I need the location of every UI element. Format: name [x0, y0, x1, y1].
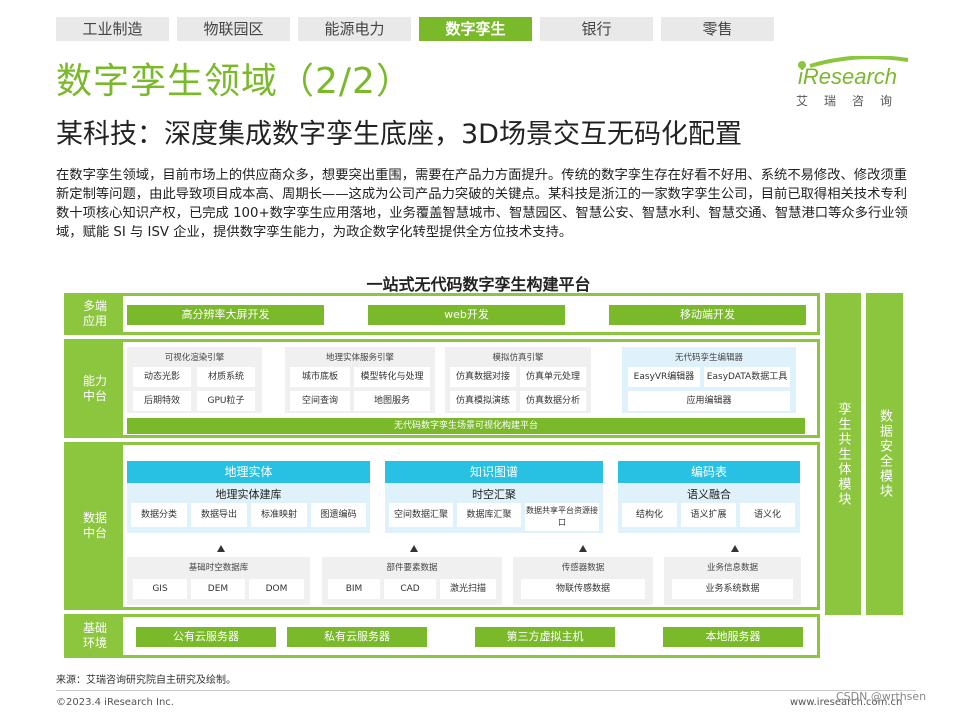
engine-group: 可视化渲染引擎 动态光影 材质系统 后期特效 GPU粒子 — [127, 347, 262, 413]
editor-group: 无代码孪生编辑器 EasyVR编辑器 EasyDATA数据工具 应用编辑器 — [622, 347, 796, 413]
engine-item: 模型转化与处理 — [354, 367, 430, 387]
engine-item: 动态光影 — [133, 367, 191, 387]
capability-layer-label: 能力中台 — [67, 342, 123, 435]
data-item: 数据分类 — [131, 503, 187, 527]
data-item: 结构化 — [622, 503, 677, 527]
engine-group: 地理实体服务引擎 城市底板 模型转化与处理 空间查询 地图服务 — [285, 347, 435, 413]
app-item: 移动端开发 — [609, 305, 806, 325]
tab-bank[interactable]: 银行 — [540, 17, 653, 41]
source-item: DOM — [249, 579, 304, 599]
source-group: 部件要素数据 BIM CAD 激光扫描 — [322, 557, 502, 605]
engine-item: 仿真数据对接 — [450, 367, 516, 387]
engine-item: 地图服务 — [354, 391, 430, 411]
capability-layer: 能力中台 可视化渲染引擎 动态光影 材质系统 后期特效 GPU粒子 地理实体服务… — [64, 339, 820, 438]
tab-iot-park[interactable]: 物联园区 — [177, 17, 290, 41]
engine-group-title: 地理实体服务引擎 — [325, 353, 394, 363]
up-arrow-icon — [217, 545, 225, 552]
base-item: 公有云服务器 — [136, 627, 276, 647]
engine-item: GPU粒子 — [197, 391, 255, 411]
engine-item: 仿真模拟演练 — [450, 391, 516, 411]
data-section-header: 地理实体 — [127, 461, 370, 483]
source-item: CAD — [384, 579, 436, 599]
app-item: 高分辨率大屏开发 — [127, 305, 324, 325]
engine-group: 模拟仿真引擎 仿真数据对接 仿真单元处理 仿真模拟演练 仿真数据分析 — [445, 347, 591, 413]
tab-industry[interactable]: 工业制造 — [56, 17, 169, 41]
watermark: CSDN @wrthsen — [836, 690, 927, 703]
source-item: BIM — [328, 579, 380, 599]
data-section-title: 地理实体建库 — [215, 488, 282, 501]
engine-item: 材质系统 — [197, 367, 255, 387]
app-item: web开发 — [368, 305, 565, 325]
diagram-title: 一站式无代码数字孪生构建平台 — [366, 275, 591, 294]
data-layer-label: 数据中台 — [67, 445, 123, 607]
up-arrow-icon — [731, 545, 739, 552]
tab-retail[interactable]: 零售 — [661, 17, 774, 41]
source-item: 物联传感数据 — [521, 579, 645, 599]
editor-item: EasyDATA数据工具 — [704, 367, 790, 387]
page-title: 数字孪生领域（2/2） — [56, 61, 413, 102]
intro-paragraph: 在数字孪生领域，目前市场上的供应商众多，想要突出重围，需要在产品力方面提升。传统… — [56, 168, 908, 240]
data-item: 语义化 — [740, 503, 795, 527]
data-section: 知识图谱 时空汇聚 空间数据汇聚 数据库汇聚 数据共享平台资源接口 — [385, 461, 603, 533]
data-section: 地理实体 地理实体建库 数据分类 数据导出 标准映射 图遗编码 — [127, 461, 370, 533]
data-item: 数据导出 — [191, 503, 247, 527]
security-module-column: 数据安全模块 — [866, 293, 903, 615]
data-section: 编码表 语义融合 结构化 语义扩展 语义化 — [618, 461, 800, 533]
engine-group-title: 模拟仿真引擎 — [492, 353, 544, 363]
editor-item: 应用编辑器 — [628, 391, 790, 411]
svg-text:iResearch: iResearch — [798, 64, 897, 89]
app-layer-label: 多端应用 — [67, 296, 123, 332]
data-section-title: 时空汇聚 — [472, 488, 516, 501]
source-group-title: 业务信息数据 — [706, 563, 758, 573]
base-item: 第三方虚拟主机 — [475, 627, 615, 647]
editor-item: EasyVR编辑器 — [628, 367, 700, 387]
source-note: 来源：艾瑞咨询研究院自主研究及绘制。 — [56, 675, 236, 686]
source-item: DEM — [191, 579, 245, 599]
engine-item: 仿真单元处理 — [520, 367, 586, 387]
editor-group-title: 无代码孪生编辑器 — [674, 353, 743, 363]
data-item: 空间数据汇聚 — [389, 503, 453, 527]
data-layer: 数据中台 地理实体 地理实体建库 数据分类 数据导出 标准映射 图遗编码 知识图… — [64, 442, 820, 610]
data-section-header: 编码表 — [618, 461, 800, 483]
source-group-title: 部件要素数据 — [386, 563, 438, 573]
up-arrow-icon — [410, 545, 418, 552]
engine-item: 城市底板 — [290, 367, 350, 387]
base-layer: 基础环境 公有云服务器 私有云服务器 第三方虚拟主机 本地服务器 — [64, 614, 820, 658]
data-section-header: 知识图谱 — [385, 461, 603, 483]
copyright: ©2023.4 iResearch Inc. — [56, 697, 174, 708]
engine-item: 仿真数据分析 — [520, 391, 586, 411]
platform-bar: 无代码数字孪生场景可视化构建平台 — [127, 418, 805, 434]
up-arrow-icon — [579, 545, 587, 552]
source-group-title: 传感器数据 — [561, 563, 605, 573]
app-layer: 多端应用 高分辨率大屏开发 web开发 移动端开发 — [64, 293, 820, 335]
engine-item: 后期特效 — [133, 391, 191, 411]
data-item: 语义扩展 — [681, 503, 736, 527]
data-item: 数据库汇聚 — [457, 503, 521, 527]
source-item: GIS — [133, 579, 187, 599]
tab-digital-twin[interactable]: 数字孪生 — [419, 17, 532, 41]
source-item: 激光扫描 — [440, 579, 496, 599]
footer-divider — [56, 690, 916, 691]
category-tabs: 工业制造 物联园区 能源电力 数字孪生 银行 零售 — [56, 17, 774, 41]
page-subtitle: 某科技：深度集成数字孪生底座，3D场景交互无码化配置 — [56, 119, 742, 150]
data-item: 标准映射 — [251, 503, 307, 527]
base-layer-label: 基础环境 — [67, 617, 123, 655]
data-item: 图遗编码 — [311, 503, 366, 527]
source-group: 业务信息数据 业务系统数据 — [664, 557, 801, 605]
data-item: 数据共享平台资源接口 — [525, 503, 599, 531]
engine-group-title: 可视化渲染引擎 — [164, 353, 225, 363]
base-item: 私有云服务器 — [287, 627, 427, 647]
twin-module-column: 孪生共生体模块 — [825, 293, 861, 615]
source-group: 传感器数据 物联传感数据 — [513, 557, 653, 605]
source-group-title: 基础时空数据库 — [188, 563, 249, 573]
source-group: 基础时空数据库 GIS DEM DOM — [127, 557, 310, 605]
logo-subtitle: 艾瑞咨询 — [796, 94, 909, 108]
tab-energy[interactable]: 能源电力 — [298, 17, 411, 41]
base-item: 本地服务器 — [663, 627, 803, 647]
engine-item: 空间查询 — [290, 391, 350, 411]
data-section-title: 语义融合 — [687, 488, 731, 501]
source-item: 业务系统数据 — [672, 579, 793, 599]
